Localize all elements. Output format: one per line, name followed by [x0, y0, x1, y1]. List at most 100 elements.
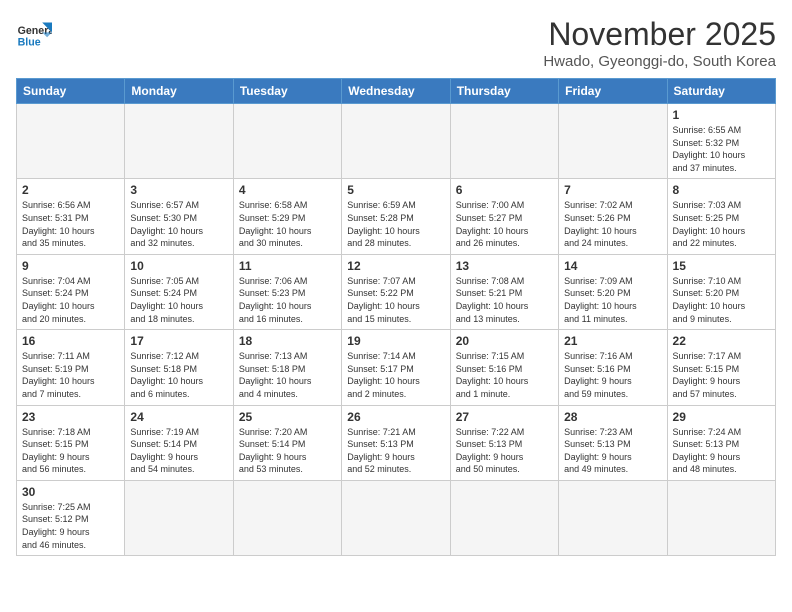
day-info: Sunrise: 7:02 AM Sunset: 5:26 PM Dayligh… [564, 199, 661, 249]
calendar-cell: 29 Sunrise: 7:24 AM Sunset: 5:13 PM Dayli… [667, 405, 775, 480]
calendar-table: SundayMondayTuesdayWednesdayThursdayFrid… [16, 78, 776, 556]
svg-text:Blue: Blue [18, 36, 41, 48]
calendar-cell [342, 104, 450, 179]
weekday-header-wednesday: Wednesday [342, 79, 450, 104]
day-info: Sunrise: 6:59 AM Sunset: 5:28 PM Dayligh… [347, 199, 444, 249]
calendar-cell: 10 Sunrise: 7:05 AM Sunset: 5:24 PM Dayli… [125, 254, 233, 329]
day-info: Sunrise: 7:25 AM Sunset: 5:12 PM Dayligh… [22, 501, 119, 551]
calendar-cell: 6 Sunrise: 7:00 AM Sunset: 5:27 PM Daylig… [450, 179, 558, 254]
calendar-cell [125, 480, 233, 555]
day-info: Sunrise: 7:09 AM Sunset: 5:20 PM Dayligh… [564, 275, 661, 325]
day-info: Sunrise: 7:04 AM Sunset: 5:24 PM Dayligh… [22, 275, 119, 325]
calendar-cell: 25 Sunrise: 7:20 AM Sunset: 5:14 PM Dayli… [233, 405, 341, 480]
calendar-cell: 9Sunrise: 7:04 AM Sunset: 5:24 PM Daylig… [17, 254, 125, 329]
day-info: Sunrise: 7:17 AM Sunset: 5:15 PM Dayligh… [673, 350, 770, 400]
calendar-cell: 17Sunrise: 7:12 AM Sunset: 5:18 PM Dayli… [125, 330, 233, 405]
day-number: 26 [347, 410, 444, 424]
day-number: 19 [347, 334, 444, 348]
day-info: Sunrise: 6:57 AM Sunset: 5:30 PM Dayligh… [130, 199, 227, 249]
day-info: Sunrise: 7:24 AM Sunset: 5:13 PM Dayligh… [673, 426, 770, 476]
day-number: 21 [564, 334, 661, 348]
calendar-cell: 2 Sunrise: 6:56 AM Sunset: 5:31 PM Daylig… [17, 179, 125, 254]
day-info: Sunrise: 7:06 AM Sunset: 5:23 PM Dayligh… [239, 275, 336, 325]
day-info: Sunrise: 7:16 AM Sunset: 5:16 PM Dayligh… [564, 350, 661, 400]
day-number: 7 [564, 183, 661, 197]
calendar-cell: 7 Sunrise: 7:02 AM Sunset: 5:26 PM Daylig… [559, 179, 667, 254]
calendar-cell [667, 480, 775, 555]
calendar-cell: 30 Sunrise: 7:25 AM Sunset: 5:12 PM Dayli… [17, 480, 125, 555]
day-number: 12 [347, 259, 444, 273]
day-number: 8 [673, 183, 770, 197]
calendar-cell: 15Sunrise: 7:10 AM Sunset: 5:20 PM Dayli… [667, 254, 775, 329]
calendar-cell [125, 104, 233, 179]
calendar-cell: 22Sunrise: 7:17 AM Sunset: 5:15 PM Dayli… [667, 330, 775, 405]
day-info: Sunrise: 7:23 AM Sunset: 5:13 PM Dayligh… [564, 426, 661, 476]
calendar-cell: 8Sunrise: 7:03 AM Sunset: 5:25 PM Daylig… [667, 179, 775, 254]
weekday-header-friday: Friday [559, 79, 667, 104]
day-number: 24 [130, 410, 227, 424]
day-info: Sunrise: 7:15 AM Sunset: 5:16 PM Dayligh… [456, 350, 553, 400]
calendar-cell: 12Sunrise: 7:07 AM Sunset: 5:22 PM Dayli… [342, 254, 450, 329]
weekday-header-thursday: Thursday [450, 79, 558, 104]
day-info: Sunrise: 7:13 AM Sunset: 5:18 PM Dayligh… [239, 350, 336, 400]
calendar-cell: 4Sunrise: 6:58 AM Sunset: 5:29 PM Daylig… [233, 179, 341, 254]
day-number: 13 [456, 259, 553, 273]
day-info: Sunrise: 7:08 AM Sunset: 5:21 PM Dayligh… [456, 275, 553, 325]
calendar-cell: 3Sunrise: 6:57 AM Sunset: 5:30 PM Daylig… [125, 179, 233, 254]
calendar-week-row: 9Sunrise: 7:04 AM Sunset: 5:24 PM Daylig… [17, 254, 776, 329]
calendar-cell: 23 Sunrise: 7:18 AM Sunset: 5:15 PM Dayli… [17, 405, 125, 480]
day-info: Sunrise: 7:18 AM Sunset: 5:15 PM Dayligh… [22, 426, 119, 476]
calendar-cell: 20Sunrise: 7:15 AM Sunset: 5:16 PM Dayli… [450, 330, 558, 405]
day-info: Sunrise: 6:55 AM Sunset: 5:32 PM Dayligh… [673, 124, 770, 174]
calendar-cell: 1Sunrise: 6:55 AM Sunset: 5:32 PM Daylig… [667, 104, 775, 179]
day-info: Sunrise: 7:19 AM Sunset: 5:14 PM Dayligh… [130, 426, 227, 476]
day-number: 10 [130, 259, 227, 273]
calendar-cell: 21 Sunrise: 7:16 AM Sunset: 5:16 PM Dayli… [559, 330, 667, 405]
day-number: 11 [239, 259, 336, 273]
calendar-week-row: 23 Sunrise: 7:18 AM Sunset: 5:15 PM Dayli… [17, 405, 776, 480]
calendar-cell: 16 Sunrise: 7:11 AM Sunset: 5:19 PM Dayli… [17, 330, 125, 405]
logo: General Blue [16, 16, 52, 52]
calendar-cell [342, 480, 450, 555]
day-info: Sunrise: 7:11 AM Sunset: 5:19 PM Dayligh… [22, 350, 119, 400]
day-number: 5 [347, 183, 444, 197]
calendar-cell: 5 Sunrise: 6:59 AM Sunset: 5:28 PM Daylig… [342, 179, 450, 254]
day-number: 18 [239, 334, 336, 348]
calendar-cell [233, 104, 341, 179]
calendar-week-row: 16 Sunrise: 7:11 AM Sunset: 5:19 PM Dayli… [17, 330, 776, 405]
calendar-cell: 26Sunrise: 7:21 AM Sunset: 5:13 PM Dayli… [342, 405, 450, 480]
day-number: 15 [673, 259, 770, 273]
calendar-cell [450, 480, 558, 555]
calendar-cell: 19 Sunrise: 7:14 AM Sunset: 5:17 PM Dayli… [342, 330, 450, 405]
day-info: Sunrise: 7:00 AM Sunset: 5:27 PM Dayligh… [456, 199, 553, 249]
day-info: Sunrise: 7:22 AM Sunset: 5:13 PM Dayligh… [456, 426, 553, 476]
title-block: November 2025 Hwado, Gyeonggi-do, South … [543, 16, 776, 70]
weekday-header-tuesday: Tuesday [233, 79, 341, 104]
calendar-cell: 13 Sunrise: 7:08 AM Sunset: 5:21 PM Dayli… [450, 254, 558, 329]
day-number: 29 [673, 410, 770, 424]
weekday-header-row: SundayMondayTuesdayWednesdayThursdayFrid… [17, 79, 776, 104]
location: Hwado, Gyeonggi-do, South Korea [543, 53, 776, 70]
day-info: Sunrise: 7:20 AM Sunset: 5:14 PM Dayligh… [239, 426, 336, 476]
day-number: 23 [22, 410, 119, 424]
calendar-week-row: 2 Sunrise: 6:56 AM Sunset: 5:31 PM Daylig… [17, 179, 776, 254]
day-number: 6 [456, 183, 553, 197]
day-info: Sunrise: 6:58 AM Sunset: 5:29 PM Dayligh… [239, 199, 336, 249]
calendar-week-row: 30 Sunrise: 7:25 AM Sunset: 5:12 PM Dayli… [17, 480, 776, 555]
day-info: Sunrise: 6:56 AM Sunset: 5:31 PM Dayligh… [22, 199, 119, 249]
weekday-header-saturday: Saturday [667, 79, 775, 104]
day-number: 2 [22, 183, 119, 197]
calendar-cell: 14Sunrise: 7:09 AM Sunset: 5:20 PM Dayli… [559, 254, 667, 329]
day-number: 30 [22, 485, 119, 499]
day-number: 16 [22, 334, 119, 348]
day-info: Sunrise: 7:14 AM Sunset: 5:17 PM Dayligh… [347, 350, 444, 400]
weekday-header-sunday: Sunday [17, 79, 125, 104]
calendar-cell: 11 Sunrise: 7:06 AM Sunset: 5:23 PM Dayli… [233, 254, 341, 329]
calendar-cell: 24 Sunrise: 7:19 AM Sunset: 5:14 PM Dayli… [125, 405, 233, 480]
day-number: 28 [564, 410, 661, 424]
calendar-cell [559, 104, 667, 179]
day-number: 25 [239, 410, 336, 424]
calendar-cell: 27Sunrise: 7:22 AM Sunset: 5:13 PM Dayli… [450, 405, 558, 480]
calendar-cell: 18 Sunrise: 7:13 AM Sunset: 5:18 PM Dayli… [233, 330, 341, 405]
day-info: Sunrise: 7:05 AM Sunset: 5:24 PM Dayligh… [130, 275, 227, 325]
